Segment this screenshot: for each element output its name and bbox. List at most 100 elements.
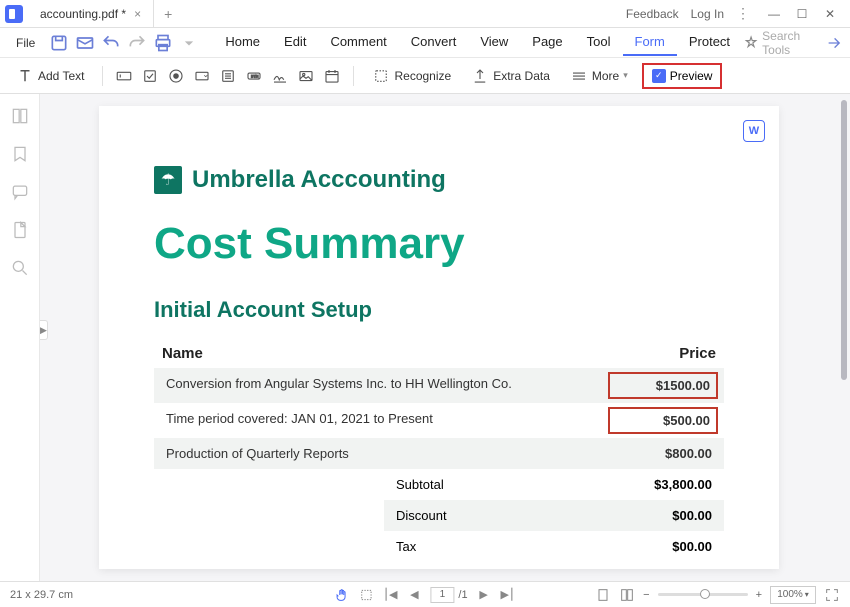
new-tab-button[interactable]: +: [154, 6, 182, 22]
maximize-button[interactable]: ☐: [790, 2, 814, 26]
minimize-button[interactable]: —: [762, 2, 786, 26]
word-export-badge[interactable]: W: [743, 120, 765, 142]
menu-tool[interactable]: Tool: [575, 29, 623, 56]
comments-icon[interactable]: [10, 182, 30, 202]
extra-data-label: Extra Data: [493, 69, 550, 83]
menu-convert[interactable]: Convert: [399, 29, 469, 56]
page-navigator[interactable]: 1 /1: [430, 587, 467, 603]
add-text-label: Add Text: [38, 69, 84, 83]
zoom-slider[interactable]: [658, 593, 748, 596]
summary-label: Subtotal: [396, 477, 602, 492]
fit-width-icon[interactable]: [619, 587, 635, 603]
svg-text:BTN: BTN: [251, 74, 259, 78]
chevron-down-icon: ▾: [623, 70, 628, 81]
prev-page-icon[interactable]: ◀: [406, 587, 422, 603]
save-icon[interactable]: [49, 33, 69, 53]
document-title: Cost Summary: [154, 219, 724, 269]
tab-title: accounting.pdf *: [40, 7, 126, 21]
text-icon: [16, 67, 34, 85]
fullscreen-icon[interactable]: [824, 587, 840, 603]
preview-button[interactable]: ✓ Preview: [642, 63, 723, 89]
file-menu[interactable]: File: [8, 32, 43, 54]
header-name: Name: [162, 345, 606, 362]
mail-icon[interactable]: [75, 33, 95, 53]
app-icon: [0, 0, 28, 28]
summary-label: Tax: [396, 539, 602, 554]
menu-comment[interactable]: Comment: [318, 29, 398, 56]
redo-icon[interactable]: [127, 33, 147, 53]
image-field-icon[interactable]: [297, 67, 315, 85]
first-page-icon[interactable]: ⎮◀: [382, 587, 398, 603]
share-icon[interactable]: [826, 33, 842, 53]
extra-data-button[interactable]: Extra Data: [465, 63, 556, 89]
menu-home[interactable]: Home: [213, 29, 272, 56]
menu-view[interactable]: View: [468, 29, 520, 56]
page-current[interactable]: 1: [430, 587, 454, 603]
dropdown-icon[interactable]: [193, 67, 211, 85]
row-price: $800.00: [602, 446, 712, 461]
menu-edit[interactable]: Edit: [272, 29, 318, 56]
summary-row: Tax$00.00: [154, 531, 724, 562]
upload-icon: [471, 67, 489, 85]
print-dropdown-icon[interactable]: [179, 33, 199, 53]
hand-tool-icon[interactable]: [334, 587, 350, 603]
zoom-level[interactable]: 100%▾: [770, 586, 816, 604]
fit-page-icon[interactable]: [595, 587, 611, 603]
feedback-link[interactable]: Feedback: [626, 7, 679, 21]
recognize-icon: [372, 67, 390, 85]
menu-protect[interactable]: Protect: [677, 29, 742, 56]
table-row: Time period covered: JAN 01, 2021 to Pre…: [154, 403, 724, 438]
select-tool-icon[interactable]: [358, 587, 374, 603]
menu-bar: File Home Edit Comment Convert View Page…: [0, 28, 850, 58]
close-button[interactable]: ✕: [818, 2, 842, 26]
summary-value: $00.00: [602, 539, 712, 554]
more-label: More: [592, 69, 619, 83]
zoom-knob[interactable]: [700, 589, 710, 599]
row-name: Conversion from Angular Systems Inc. to …: [166, 376, 608, 395]
summary-value: $3,800.00: [602, 477, 712, 492]
date-field-icon[interactable]: [323, 67, 341, 85]
checkbox-icon[interactable]: [141, 67, 159, 85]
main-area: ▶ W ☂ Umbrella Acccounting Cost Summary …: [0, 94, 850, 581]
menu-page[interactable]: Page: [520, 29, 574, 56]
button-icon[interactable]: BTN: [245, 67, 263, 85]
more-menu-icon[interactable]: ⋮: [736, 5, 750, 22]
vertical-scrollbar[interactable]: [838, 94, 850, 581]
textfield-icon[interactable]: [115, 67, 133, 85]
zoom-in-button[interactable]: +: [756, 589, 762, 601]
more-icon: [570, 67, 588, 85]
search-panel-icon[interactable]: [10, 258, 30, 278]
last-page-icon[interactable]: ▶⎮: [500, 587, 516, 603]
attachments-icon[interactable]: [10, 220, 30, 240]
summary-value: $00.00: [602, 508, 712, 523]
row-price[interactable]: $1500.00: [608, 372, 718, 399]
table-row: Production of Quarterly Reports $800.00: [154, 438, 724, 469]
divider: [353, 66, 354, 86]
scroll-thumb[interactable]: [841, 100, 847, 380]
preview-check-icon: ✓: [652, 69, 666, 83]
radio-icon[interactable]: [167, 67, 185, 85]
bookmarks-icon[interactable]: [10, 144, 30, 164]
form-toolbar: Add Text BTN Recognize Extra Data More ▾…: [0, 58, 850, 94]
search-tools-label: Search Tools: [762, 29, 816, 57]
thumbnails-icon[interactable]: [10, 106, 30, 126]
signature-icon[interactable]: [271, 67, 289, 85]
search-tools[interactable]: Search Tools: [744, 29, 816, 57]
print-icon[interactable]: [153, 33, 173, 53]
more-button[interactable]: More ▾: [564, 63, 634, 89]
page-total: /1: [458, 589, 467, 601]
preview-label: Preview: [670, 69, 713, 83]
undo-icon[interactable]: [101, 33, 121, 53]
listbox-icon[interactable]: [219, 67, 237, 85]
zoom-out-button[interactable]: −: [643, 589, 649, 601]
row-price[interactable]: $500.00: [608, 407, 718, 434]
document-tab[interactable]: accounting.pdf * ×: [28, 0, 154, 27]
next-page-icon[interactable]: ▶: [476, 587, 492, 603]
login-link[interactable]: Log In: [691, 7, 724, 21]
pdf-page: W ☂ Umbrella Acccounting Cost Summary In…: [99, 106, 779, 569]
add-text-button[interactable]: Add Text: [10, 63, 90, 89]
menu-form[interactable]: Form: [623, 29, 677, 56]
recognize-button[interactable]: Recognize: [366, 63, 457, 89]
tab-close-icon[interactable]: ×: [134, 7, 141, 21]
summary-label: Discount: [396, 508, 602, 523]
